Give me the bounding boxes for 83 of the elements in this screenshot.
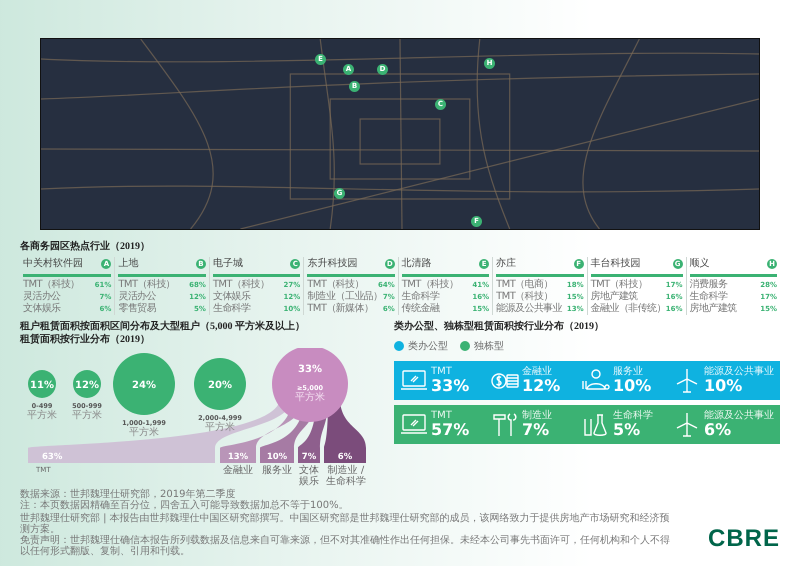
bubble-value: 20% [208,380,232,391]
industry-label: 房地产建筑 [590,291,638,302]
share-bubble [113,353,175,415]
industry-label: TMT（科技） [307,279,364,290]
industry-label: 文体娱乐 [23,303,61,315]
district-name: 东升科技园 [307,257,358,271]
industry-label: TMT（科技） [212,279,270,290]
unit-label: 平方米 [205,422,235,433]
district-name: 丰台科技园 [590,257,641,271]
footnote: 世邦魏理仕研究部 | 本报告由世邦魏理仕中国区研究部撰写。中国区研究部是世邦魏理仕研究部的成员，该网络致力于提供房地产市场研究和经济预测方案。 [20,513,670,535]
industry-share: 10% [704,377,744,395]
industry-share: 33% [431,377,470,395]
industry-label: 能源及公共事业 [704,366,774,377]
unit-label: 平方米 [27,410,57,421]
industry-label: 传统金融 [402,303,440,315]
industry-label: TMT [431,366,453,377]
industry-label: TMT（科技） [590,279,648,290]
bubble-value: 24% [132,380,156,391]
industry-share: 6% [704,421,732,439]
industry-label: 零售贸易 [118,303,156,315]
industry-label: 金融业 [222,465,254,478]
industry-label: 制造业 / 生命科学 [325,465,367,487]
bubble-value: 12% [75,380,99,391]
industry-label: TMT（科技） [496,291,553,302]
industry-share: 6% [338,452,352,462]
tools-icon [491,410,519,438]
industry-share: 12% [522,377,560,395]
industry-label: 服务业 [261,465,293,478]
footnote: 注：本页数据因精确至百分位，四舍五入可能导致数据加总不等于100%。 [20,500,350,511]
bubble-value: 33% [298,364,322,375]
industry-label: TMT（科技） [118,279,176,290]
industry-label: 制造业（工业品） [307,291,382,302]
industry-share: 7% [522,421,550,439]
section-title: 租户租赁面积按面积区间分布及大型租户（5,000 平方米及以上） [20,320,306,333]
section-title: 租赁面积按行业分布（2019） [20,333,151,346]
industry-label: TMT（电商） [496,279,553,290]
industry-label: 金融业 [522,366,553,377]
industry-label: 生命科学 [212,303,250,315]
industry-label: 灵活办公 [118,291,156,302]
industry-share: 63% [42,452,62,462]
bubble-value: 11% [30,380,54,391]
industry-label: 生命科学 [402,291,440,302]
industry-share: 13% [228,452,248,462]
section-title: 类办公型、独栋型租赁面积按行业分布（2019） [394,320,605,333]
industry-label: 消费服务 [690,279,728,290]
industry-label: 能源及公共事业 [704,410,774,421]
industry-label: 文体娱乐 [212,291,250,302]
share-bubble [73,370,101,398]
industry-label: 金融业（非传统） [590,303,666,315]
district-name: 中关村软件园 [23,257,83,271]
industry-label: TMT [431,410,453,421]
industry-share: 57% [431,421,470,439]
district-name: 顺义 [690,257,710,271]
industry-label: TMT（新媒体） [307,303,374,315]
section-title: 各商务园区热点行业（2019） [20,240,151,253]
unit-label: 平方米 [129,427,159,438]
share-bubble [28,370,56,398]
industry-share: 7% [302,452,316,462]
unit-label: 平方米 [295,392,325,403]
industry-label: TMT（科技） [402,279,458,290]
industry-label: 房地产建筑 [690,303,737,315]
industry-label: 生命科学 [613,410,653,421]
legend-label: 独栋型 [474,340,504,353]
industry-label: 服务业 [613,366,644,377]
district-name: 亦庄 [496,257,516,271]
unit-label: 平方米 [72,410,102,421]
footnote: 数据来源：世邦魏理仕研究部，2019年第二季度 [20,489,236,500]
industry-label: 灵活办公 [23,291,61,302]
industry-label: 生命科学 [690,291,728,302]
company-logo: CBRE [708,525,780,553]
industry-share: 5% [613,421,642,439]
industry-share: 10% [266,452,288,462]
industry-share: 10% [613,377,652,395]
industry-label: 文体娱乐 [298,465,320,487]
district-name: 电子城 [212,257,243,271]
district-name: 上地 [118,257,138,271]
industry-label: 制造业 [522,410,552,421]
footnote: 免责声明：世邦魏理仕确信本报告所列载数据及信息来自可靠来源，但不对其准确性作出任何担保。未经本公司事先书面许可，任何机构和个人不得以任何形式翻版、复制、引用和刊载。 [20,535,670,557]
share-bubble [194,358,246,410]
legend-label: 类办公型 [408,340,448,353]
industry-label: 能源及公共事业 [496,303,562,315]
industry-label: TMT（科技） [23,279,80,290]
district-name: 北清路 [402,257,432,271]
